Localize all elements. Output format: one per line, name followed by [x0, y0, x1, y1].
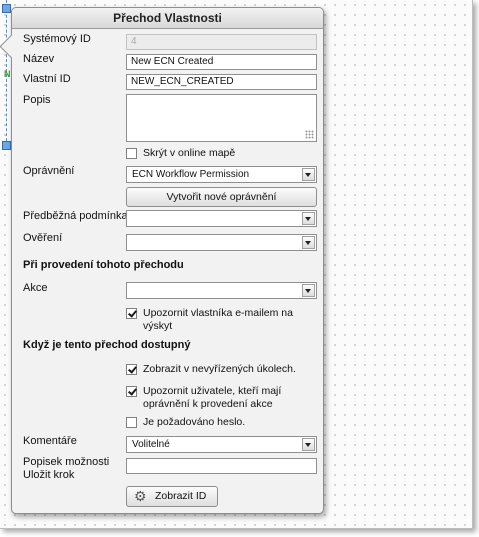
chevron-down-icon[interactable] [302, 168, 315, 181]
comments-label: Komentáře [23, 435, 77, 447]
chevron-down-icon[interactable] [302, 438, 315, 451]
system-id-label: Systémový ID [23, 33, 91, 45]
system-id-field: 4 [126, 34, 317, 50]
notify-users-label: Upozornit uživatele, kteří mají oprávněn… [143, 385, 282, 410]
verification-label: Ověření [23, 232, 63, 244]
custom-id-label: Vlastní ID [23, 73, 71, 85]
description-textarea[interactable] [126, 94, 317, 142]
action-label: Akce [23, 282, 48, 294]
precondition-select[interactable] [126, 210, 317, 227]
description-label: Popis [23, 94, 51, 106]
name-label: Název [23, 53, 55, 65]
password-required-checkbox[interactable] [126, 417, 137, 428]
save-step-label: Popisek možnosti Uložit krok [23, 456, 110, 481]
custom-id-field[interactable]: NEW_ECN_CREATED [126, 74, 317, 90]
hide-online-label: Skrýt v online mapě [143, 147, 236, 159]
show-in-pending-label: Zobrazit v nevyřízených úkolech. [143, 363, 296, 375]
action-select[interactable] [126, 282, 317, 299]
notify-users-checkbox[interactable] [126, 386, 137, 397]
save-step-label-field[interactable] [126, 458, 317, 474]
create-permission-button[interactable]: Vytvořit nové oprávnění [126, 187, 317, 207]
panel-title: Přechod Vlastnosti [12, 8, 323, 29]
transition-properties-panel: Přechod Vlastnosti Systémový ID 4 Název … [0, 7, 324, 514]
chevron-down-icon[interactable] [302, 236, 315, 249]
connector-label-glyph: N [4, 69, 11, 79]
chevron-down-icon[interactable] [302, 284, 315, 297]
section-heading-when-available: Když je tento přechod dostupný [23, 339, 191, 351]
show-id-label: Zobrazit ID [155, 490, 207, 502]
notify-owner-label: Upozornit vlastníka e-mailem na výskyt [143, 307, 293, 332]
comments-value: Volitelné [132, 439, 170, 450]
comments-select[interactable]: Volitelné [126, 436, 317, 453]
gear-icon: ⚙ [134, 488, 147, 504]
chevron-down-icon[interactable] [302, 212, 315, 225]
permission-value: ECN Workflow Permission [132, 169, 250, 180]
notify-owner-checkbox[interactable] [126, 308, 137, 319]
name-field[interactable]: New ECN Created [126, 54, 317, 70]
section-heading-on-execute: Při provedení tohoto přechodu [23, 259, 184, 271]
hide-online-checkbox[interactable] [126, 148, 137, 159]
permission-select[interactable]: ECN Workflow Permission [126, 166, 317, 183]
connector-handle-top[interactable] [2, 4, 11, 13]
resize-grip-icon[interactable] [305, 130, 314, 139]
precondition-label: Předběžná podmínka [23, 210, 128, 222]
password-required-label: Je požadováno heslo. [143, 416, 246, 428]
permission-label: Oprávnění [23, 165, 75, 177]
connector-handle-bottom[interactable] [2, 141, 11, 150]
show-in-pending-checkbox[interactable] [126, 364, 137, 375]
verification-select[interactable] [126, 234, 317, 251]
show-id-button[interactable]: ⚙ Zobrazit ID [126, 486, 218, 507]
